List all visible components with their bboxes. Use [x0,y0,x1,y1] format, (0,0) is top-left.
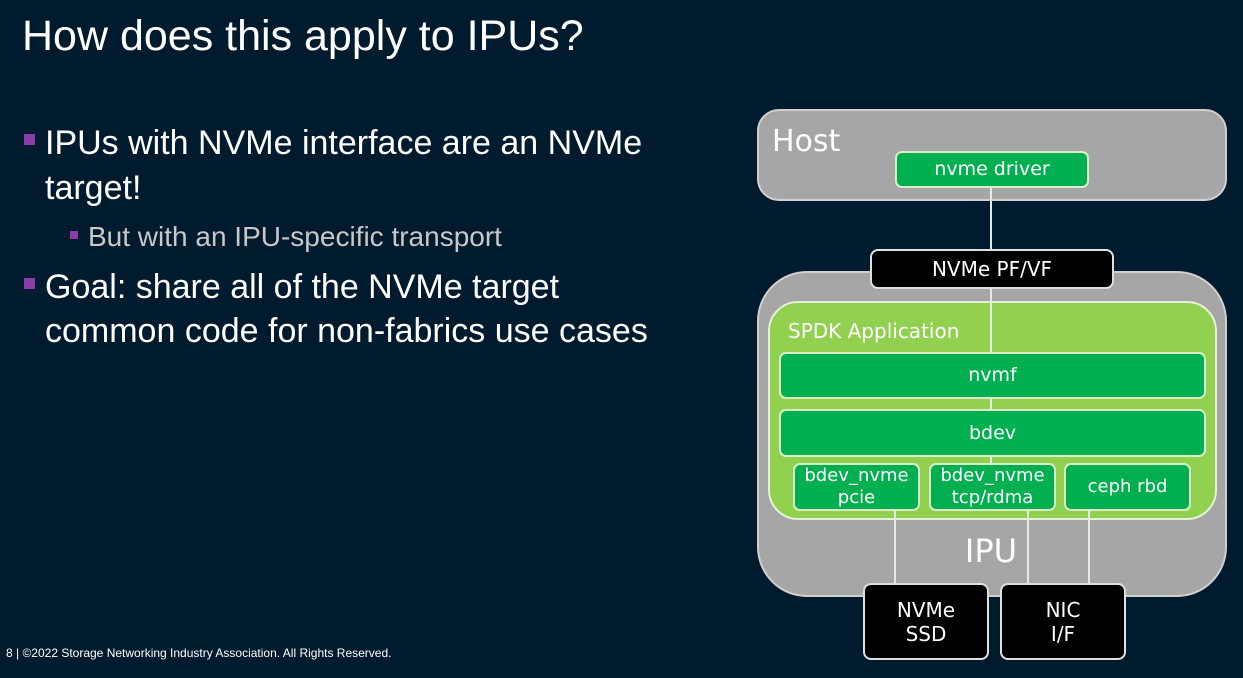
connector [990,288,992,354]
box-label: tcp/rdma [951,487,1034,508]
nic-if-box: NIC I/F [1000,583,1126,660]
bdev-nvme-pcie-box: bdev_nvme pcie [793,463,920,511]
slide-title: How does this apply to IPUs? [22,12,584,60]
box-label: NIC [1045,597,1081,622]
bdev-nvme-tcp-rdma-box: bdev_nvme tcp/rdma [929,463,1056,511]
bullet-icon [70,230,78,239]
nvme-pf-vf-box: NVMe PF/VF [870,249,1114,289]
connector [990,188,992,250]
box-label: I/F [1050,621,1076,646]
box-label: SSD [905,621,947,646]
bullet-text: Goal: share all of the NVMe target [45,268,560,306]
box-label: bdev_nvme [804,465,909,487]
bullet-icon [24,133,35,145]
box-label: pcie [837,487,876,508]
connector [894,511,896,584]
bullet-2-cont: common code for non-fabrics use cases [45,312,648,350]
bullet-1: IPUs with NVMe interface are an NVMe [24,121,642,165]
spdk-label: SPDK Application [788,319,960,343]
connector [1088,511,1090,584]
sub-bullet-text: But with an IPU-specific transport [88,221,502,252]
bullet-icon [24,277,35,289]
footer: 8 | ©2022 Storage Networking Industry As… [6,646,392,660]
host-label: Host [772,124,841,159]
box-label: bdev_nvme [940,465,1045,487]
box-nvme-pf-vf: NVMe SSD [863,583,989,660]
nvmf-box: nvmf [779,352,1206,399]
box-label: NVMe [896,597,956,622]
ipu-label: IPU [964,532,1018,570]
bullet-text: IPUs with NVMe interface are an NVMe [45,124,643,162]
bullet-2: Goal: share all of the NVMe target [24,265,559,309]
ceph-rbd-box: ceph rbd [1064,463,1191,511]
bullet-1-cont: target! [45,169,142,207]
bdev-box: bdev [779,409,1206,457]
nvme-driver-box: nvme driver [895,151,1089,188]
sub-bullet: But with an IPU-specific transport [70,215,502,259]
